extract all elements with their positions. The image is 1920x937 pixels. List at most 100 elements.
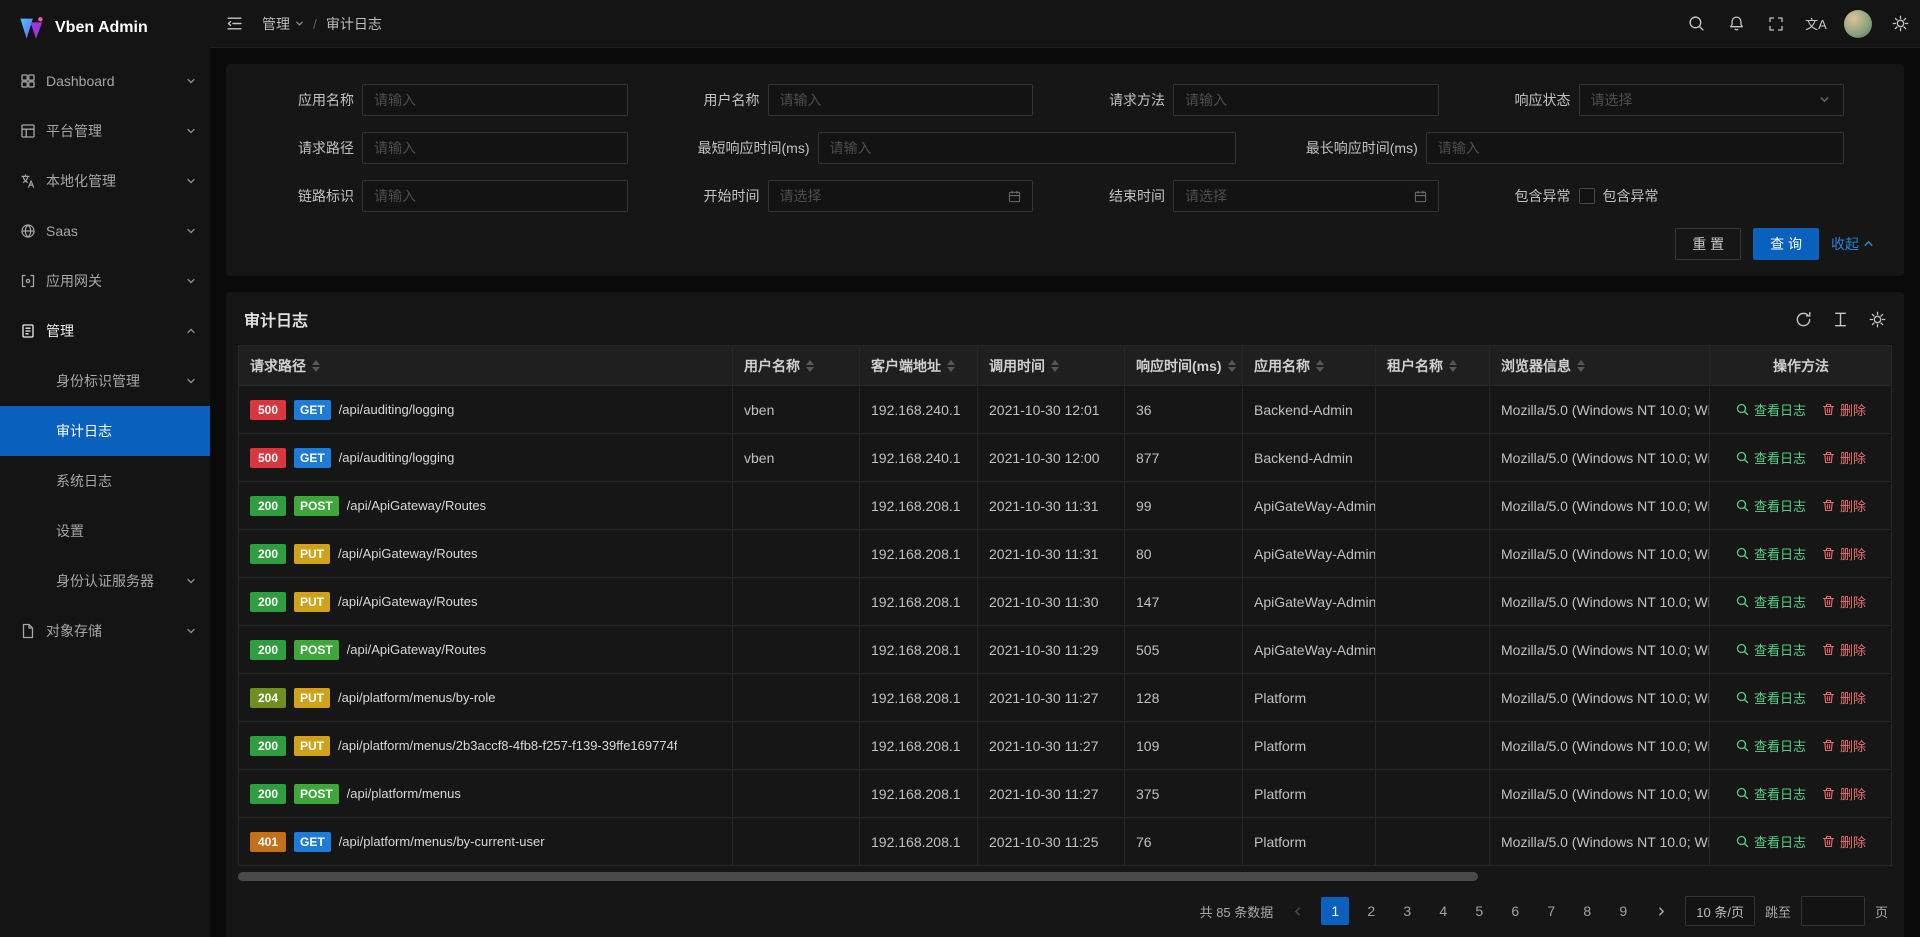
table-row: 200 PUT /api/platform/menus/2b3accf8-4fb… [239,722,1891,770]
col-header-request-path[interactable]: 请求路径 [239,346,733,386]
sidebar-item-settings[interactable]: 设置 [0,506,210,556]
delete-button[interactable]: 删除 [1822,496,1866,515]
cell-browser-info: Mozilla/5.0 (Windows NT 10.0; Win [1490,626,1710,674]
sidebar-item-saas[interactable]: Saas [0,206,210,256]
col-header-tenant-name[interactable]: 租户名称 [1376,346,1490,386]
audit-log-panel: 审计日志 请求路径 [226,292,1904,937]
avatar[interactable] [1844,10,1872,38]
translate-icon[interactable]: 文A [1796,0,1836,48]
prev-page-button[interactable] [1283,897,1311,925]
http-method-input[interactable] [1173,84,1439,116]
sidebar-item-auth-server[interactable]: 身份认证服务器 [0,556,210,606]
magnifier-icon [1736,643,1749,656]
sidebar-item-platform-management[interactable]: 平台管理 [0,106,210,156]
topbar-actions: 文A [1676,0,1920,48]
cell-actions: 查看日志 删除 [1710,482,1892,530]
delete-button[interactable]: 删除 [1822,400,1866,419]
delete-button[interactable]: 删除 [1822,688,1866,707]
view-log-button[interactable]: 查看日志 [1736,736,1806,755]
delete-button[interactable]: 删除 [1822,592,1866,611]
sidebar-item-management[interactable]: 管理 [0,306,210,356]
delete-button[interactable]: 删除 [1822,448,1866,467]
sidebar-item-object-storage[interactable]: 对象存储 [0,606,210,656]
page-number-button[interactable]: 4 [1429,897,1457,925]
filter-label: 链路标识 [254,186,354,206]
request-path-text: /api/auditing/logging [339,450,455,465]
sidebar-item-identity-management[interactable]: 身份标识管理 [0,356,210,406]
app-name-input[interactable] [362,84,628,116]
page-number-button[interactable]: 3 [1393,897,1421,925]
min-response-time-input[interactable] [818,132,1236,164]
view-log-button[interactable]: 查看日志 [1736,640,1806,659]
sort-icon [312,360,320,372]
jump-page-input[interactable] [1801,896,1865,926]
next-page-button[interactable] [1647,897,1675,925]
view-log-button[interactable]: 查看日志 [1736,496,1806,515]
chevron-down-icon [186,226,196,236]
calendar-icon [1414,190,1427,203]
trace-id-input[interactable] [362,180,628,212]
magnifier-icon [1736,739,1749,752]
page-number-button[interactable]: 1 [1321,897,1349,925]
table-row: 204 PUT /api/platform/menus/by-role 192.… [239,674,1891,722]
delete-button[interactable]: 删除 [1822,784,1866,803]
delete-button[interactable]: 删除 [1822,640,1866,659]
sort-icon [1316,360,1324,372]
logo[interactable]: Vben Admin [0,0,210,56]
page-number-button[interactable]: 8 [1573,897,1601,925]
breadcrumb-parent[interactable]: 管理 [262,14,304,34]
view-log-button[interactable]: 查看日志 [1736,688,1806,707]
cell-actions: 查看日志 删除 [1710,818,1892,866]
menu-fold-icon[interactable] [210,0,258,48]
reset-button[interactable]: 重 置 [1675,228,1741,260]
view-log-button[interactable]: 查看日志 [1736,400,1806,419]
col-header-client-address[interactable]: 客户端地址 [860,346,978,386]
col-header-user-name[interactable]: 用户名称 [733,346,860,386]
view-log-button[interactable]: 查看日志 [1736,784,1806,803]
table-settings-icon[interactable] [1869,311,1886,328]
page-number-button[interactable]: 9 [1609,897,1637,925]
sidebar-item-audit-log[interactable]: 审计日志 [0,406,210,456]
settings-gear-icon[interactable] [1880,0,1920,48]
cell-tenant-name [1376,818,1490,866]
page-number-button[interactable]: 5 [1465,897,1493,925]
col-header-call-time[interactable]: 调用时间 [978,346,1125,386]
user-name-input[interactable] [768,84,1034,116]
sidebar-item-system-log[interactable]: 系统日志 [0,456,210,506]
query-button[interactable]: 查 询 [1753,228,1819,260]
sidebar-item-app-gateway[interactable]: 应用网关 [0,256,210,306]
bell-icon[interactable] [1716,0,1756,48]
col-header-browser-info[interactable]: 浏览器信息 [1490,346,1710,386]
view-log-button[interactable]: 查看日志 [1736,592,1806,611]
page-size-select[interactable]: 10 条/页 [1685,896,1755,926]
page-number-button[interactable]: 7 [1537,897,1565,925]
column-height-icon[interactable] [1832,311,1849,328]
refresh-icon[interactable] [1795,311,1812,328]
cell-tenant-name [1376,578,1490,626]
scrollbar-thumb[interactable] [238,872,1478,881]
col-header-app-name[interactable]: 应用名称 [1243,346,1376,386]
include-exception-checkbox[interactable] [1579,188,1595,204]
col-header-response-time[interactable]: 响应时间(ms) [1125,346,1243,386]
sidebar-item-localization-management[interactable]: 本地化管理 [0,156,210,206]
cell-response-time: 76 [1125,818,1243,866]
chevron-up-icon [186,326,196,336]
search-icon[interactable] [1676,0,1716,48]
view-log-button[interactable]: 查看日志 [1736,832,1806,851]
view-log-button[interactable]: 查看日志 [1736,448,1806,467]
response-status-select[interactable]: 请选择 [1579,84,1845,116]
page-number-button[interactable]: 2 [1357,897,1385,925]
start-time-datepicker[interactable]: 请选择 [768,180,1034,212]
page-number-button[interactable]: 6 [1501,897,1529,925]
delete-button[interactable]: 删除 [1822,832,1866,851]
method-badge: PUT [294,688,330,708]
delete-button[interactable]: 删除 [1822,736,1866,755]
end-time-datepicker[interactable]: 请选择 [1173,180,1439,212]
fullscreen-icon[interactable] [1756,0,1796,48]
sidebar-item-dashboard[interactable]: Dashboard [0,56,210,106]
request-path-input[interactable] [362,132,628,164]
max-response-time-input[interactable] [1426,132,1844,164]
delete-button[interactable]: 删除 [1822,544,1866,563]
view-log-button[interactable]: 查看日志 [1736,544,1806,563]
collapse-link[interactable]: 收起 [1831,234,1876,254]
